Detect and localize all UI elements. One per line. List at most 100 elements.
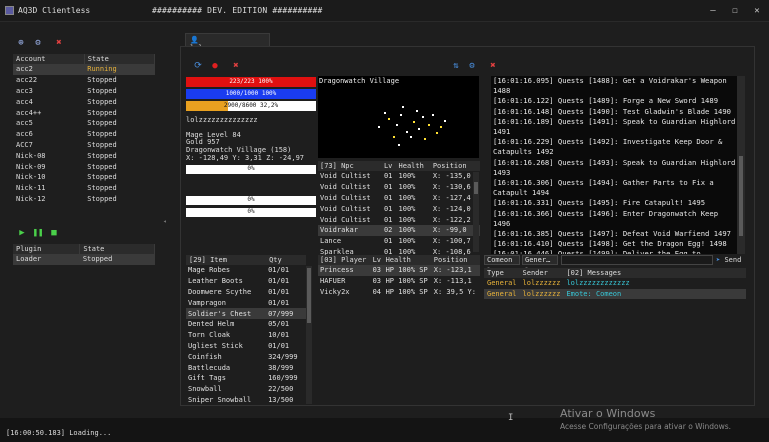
items-scrollbar[interactable] xyxy=(306,266,312,404)
play-icon[interactable]: ▶ xyxy=(16,227,28,239)
account-row[interactable]: acc22 Stopped xyxy=(13,75,155,86)
npc-column-header[interactable]: [73] Npc xyxy=(318,161,382,171)
npc-lv-header[interactable]: Lv xyxy=(382,161,397,171)
player-row[interactable]: Vicky2x 04 HP 100% SP X: 39,5 Y: xyxy=(318,287,480,298)
item-row[interactable]: Mage Robes 01/01 xyxy=(186,265,306,276)
account-row[interactable]: Nick-09 Stopped xyxy=(13,161,155,172)
account-row[interactable]: acc4++ Stopped xyxy=(13,107,155,118)
npc-row[interactable]: Lance 01 100% X: -100,7 xyxy=(318,236,480,247)
remove-account-icon[interactable]: ✖ xyxy=(53,37,65,49)
chat-message: Emote: Comeon xyxy=(566,289,622,298)
npc-hp: 100% xyxy=(398,215,416,224)
npc-position-header[interactable]: Position xyxy=(431,161,480,171)
account-name: acc4++ xyxy=(16,108,42,117)
item-row[interactable]: Coinfish 324/999 xyxy=(186,351,306,362)
title-bar: AQ3D Clientless ########## DEV. EDITION … xyxy=(0,0,769,22)
item-name: Snowball xyxy=(188,385,222,394)
account-row[interactable]: acc5 Stopped xyxy=(13,118,155,129)
chat-type-header[interactable]: Type xyxy=(484,268,520,278)
npc-scrollbar[interactable] xyxy=(473,172,479,252)
item-row[interactable]: Soldier's Chest 07/999 xyxy=(186,308,306,319)
character-name: lolzzzzzzzzzzzzzz xyxy=(186,116,258,124)
item-row[interactable]: Dented Helm 05/01 xyxy=(186,319,306,330)
stop-icon[interactable]: ■ xyxy=(48,227,60,239)
chat-messages-header[interactable]: [02] Messages xyxy=(563,268,746,278)
minimize-button[interactable]: — xyxy=(706,4,720,18)
player-health-header[interactable]: Health xyxy=(384,255,432,265)
account-name: Nick-09 xyxy=(16,162,46,171)
account-row[interactable]: acc2 Running xyxy=(13,64,155,75)
close-window-button[interactable]: ✕ xyxy=(750,4,764,18)
map-dot xyxy=(396,124,398,126)
chat-row[interactable]: General lolzzzzzz lolzzzzzzzzzzzz xyxy=(484,278,746,289)
item-row[interactable]: Gift Tags 160/999 xyxy=(186,373,306,384)
send-button[interactable]: ➤ Send xyxy=(716,255,746,265)
npc-row[interactable]: Voidrakar 02 100% X: -99,0 xyxy=(318,224,480,236)
npc-health-header[interactable]: Health xyxy=(397,161,431,171)
npc-row[interactable]: Void Cultist 01 100% X: -124,0 xyxy=(318,203,480,214)
chat-row[interactable]: General lolzzzzzz Emote: Comeon xyxy=(484,288,746,299)
item-row[interactable]: Ugliest Stick 01/01 xyxy=(186,341,306,352)
log-line: 1488 xyxy=(493,86,511,96)
account-row[interactable]: Nick-11 Stopped xyxy=(13,183,155,194)
player-column-header[interactable]: [03] Player xyxy=(318,255,371,265)
chat-input[interactable] xyxy=(561,255,713,265)
map-title: Dragonwatch Village xyxy=(319,77,400,85)
maximize-button[interactable]: ☐ xyxy=(728,4,742,18)
log-line: [16:01:16.446] Quests [1499]: Deliver th… xyxy=(493,249,701,254)
plugin-state-column-header[interactable]: State xyxy=(79,244,155,254)
player-lv-header[interactable]: Lv xyxy=(371,255,384,265)
item-qty: 05/01 xyxy=(268,320,290,329)
account-row[interactable]: ACC7 Stopped xyxy=(13,140,155,151)
map-dot xyxy=(400,114,402,116)
log-scrollbar[interactable] xyxy=(737,76,745,254)
item-row[interactable]: Battlecuda 38/999 xyxy=(186,362,306,373)
chat-sender-header[interactable]: Sender xyxy=(520,268,564,278)
item-row[interactable]: Doomwere Scythe 01/01 xyxy=(186,287,306,298)
disconnect-icon[interactable]: ✖ xyxy=(230,60,242,72)
progress-box-2: 0% xyxy=(186,196,316,205)
window-title: AQ3D Clientless xyxy=(18,6,91,15)
hp-text: 223/223 100% xyxy=(229,78,273,85)
player-row[interactable]: Princess 03 HP 100% SP X: -123,1 xyxy=(318,265,480,276)
state-column-header[interactable]: State xyxy=(84,54,156,64)
account-row[interactable]: acc3 Stopped xyxy=(13,86,155,97)
item-row[interactable]: Torn Cloak 10/01 xyxy=(186,330,306,341)
start-all-icon[interactable]: ⚙ xyxy=(32,37,44,49)
channel-select[interactable]: Comeon ▾ xyxy=(484,255,520,272)
npc-row[interactable]: Void Cultist 01 100% X: -127,4 xyxy=(318,193,480,204)
plugin-column-header[interactable]: Plugin xyxy=(13,244,81,254)
item-column-header[interactable]: [29] Item xyxy=(186,255,266,265)
item-row[interactable]: Vampragon 01/01 xyxy=(186,297,306,308)
map-dot xyxy=(388,118,390,120)
item-row[interactable]: Sniper Snowball 13/500 xyxy=(186,395,306,406)
item-row[interactable]: Snowball 22/500 xyxy=(186,384,306,395)
account-row[interactable]: Nick-08 Stopped xyxy=(13,150,155,161)
plugin-row[interactable]: Loader Stopped xyxy=(13,254,155,265)
npc-hp: 100% xyxy=(398,193,416,202)
refresh-icon[interactable]: ⟳ xyxy=(192,60,204,72)
player-position-header[interactable]: Position xyxy=(432,255,480,265)
npc-row[interactable]: Void Cultist 01 100% X: -130,6 xyxy=(318,182,480,193)
account-row[interactable]: Nick-10 Stopped xyxy=(13,172,155,183)
log-line: [16:01:16.189] Quests [1491]: Speak to G… xyxy=(493,116,736,126)
close-map-icon[interactable]: ✖ xyxy=(487,60,499,72)
npc-row[interactable]: Void Cultist 01 100% X: -122,2 xyxy=(318,214,480,225)
tab-account[interactable]: 👤 lolzzzzzzzzzzzzzz xyxy=(185,33,270,52)
settings-icon[interactable]: ⚙ xyxy=(466,60,478,72)
add-account-icon[interactable]: ⊕ xyxy=(15,37,27,49)
item-row[interactable]: Leather Boots 01/01 xyxy=(186,276,306,287)
sort-icon[interactable]: ⇅ xyxy=(450,60,462,72)
account-row[interactable]: Nick-12 Stopped xyxy=(13,194,155,205)
pause-icon[interactable]: ❚❚ xyxy=(32,227,44,239)
qty-column-header[interactable]: Qty xyxy=(266,255,306,265)
record-icon[interactable]: ● xyxy=(209,60,221,72)
account-row[interactable]: acc6 Stopped xyxy=(13,129,155,140)
splitter-arrow-icon[interactable]: ◂ xyxy=(163,218,167,225)
minimap[interactable]: Dragonwatch Village xyxy=(318,76,479,158)
account-column-header[interactable]: Account xyxy=(13,54,85,64)
chat-type-select[interactable]: Gener… ▾ xyxy=(522,255,558,272)
npc-row[interactable]: Void Cultist 01 100% X: -135,0 xyxy=(318,171,480,182)
player-row[interactable]: HAFUER 03 HP 100% SP X: -113,1 xyxy=(318,276,480,287)
account-row[interactable]: acc4 Stopped xyxy=(13,96,155,107)
